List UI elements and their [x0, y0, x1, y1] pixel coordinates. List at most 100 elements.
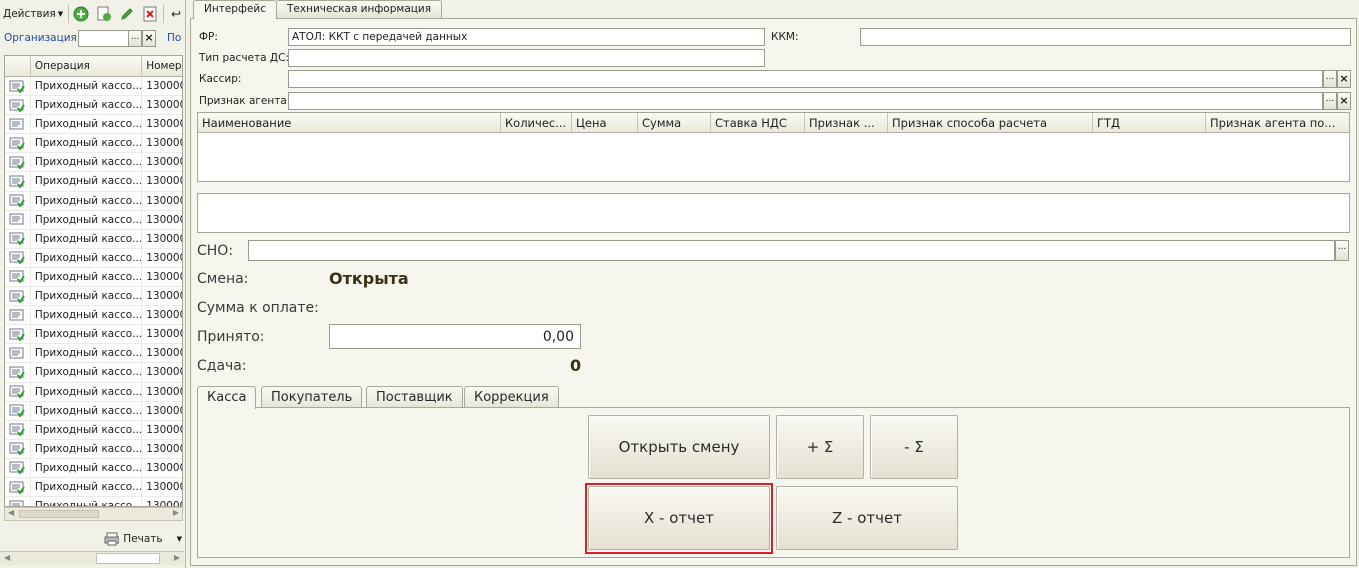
list-item-number: 130000 [146, 442, 182, 455]
payment-type-field[interactable] [288, 49, 765, 67]
list-item[interactable]: Приходный кассо...130000 [5, 363, 182, 383]
list-item[interactable]: Приходный кассо...130000 [5, 134, 182, 154]
scrollbar-thumb[interactable] [96, 553, 160, 564]
list-item-number: 130000 [146, 480, 182, 493]
column-header-agent-attr[interactable]: Признак агента по... [1206, 113, 1349, 132]
list-item[interactable]: Приходный кассо...130000 [5, 287, 182, 307]
delete-button[interactable] [142, 5, 158, 23]
received-amount-input[interactable]: 0,00 [329, 324, 581, 349]
cashier-field[interactable] [288, 70, 1323, 88]
list-item[interactable]: Приходный кассо...130000 [5, 497, 182, 506]
list-item-number: 130000 [146, 270, 182, 283]
back-button[interactable]: ↩ [168, 5, 184, 23]
cashier-clear-button[interactable]: × [1337, 70, 1351, 88]
list-item[interactable]: Приходный кассо...130000 [5, 96, 182, 116]
column-header-sum[interactable]: Сумма [638, 113, 711, 132]
list-item[interactable]: Приходный кассо...130000 [5, 77, 182, 97]
agent-clear-button[interactable]: × [1337, 92, 1351, 110]
list-item-number: 130000 [146, 423, 182, 436]
z-report-button[interactable]: Z - отчет [776, 486, 958, 550]
tab-correction[interactable]: Коррекция [464, 386, 559, 408]
list-item[interactable]: Приходный кассо...130000 [5, 382, 182, 402]
list-item[interactable]: Приходный кассо...130000 [5, 267, 182, 288]
agent-select-button[interactable]: ... [1323, 92, 1337, 110]
list-item[interactable]: Приходный кассо...130000 [5, 153, 182, 173]
change-label: Сдача: [197, 358, 247, 374]
doc-posted-icon [9, 328, 26, 341]
list-item[interactable]: Приходный кассо...130000 [5, 172, 182, 192]
list-item-operation: Приходный кассо... [31, 287, 143, 306]
info-textarea[interactable] [197, 193, 1350, 233]
list-item[interactable]: Приходный кассо...130000 [5, 439, 182, 459]
fr-label: ФР: [199, 31, 218, 43]
tab-supplier[interactable]: Поставщик [366, 386, 463, 408]
list-horizontal-scrollbar[interactable]: ◀ ▶ [4, 507, 183, 521]
minus-sum-button[interactable]: - Σ [870, 415, 958, 479]
column-header-payment-method[interactable]: Признак способа расчета [888, 113, 1093, 132]
list-item-icon-cell [5, 287, 31, 306]
list-item[interactable]: Приходный кассо...130000 [5, 248, 182, 268]
open-shift-button[interactable]: Открыть смену [588, 415, 770, 479]
actions-label: Действия [3, 8, 56, 20]
list-item[interactable]: Приходный кассо...130000 [5, 191, 182, 211]
list-item[interactable]: Приходный кассо...130000 [5, 325, 182, 345]
list-item[interactable]: Приходный кассо...130000 [5, 420, 182, 440]
document-list[interactable]: Операция Номер Приходный кассо...130000П… [4, 55, 183, 507]
list-item[interactable]: Приходный кассо...130000 [5, 210, 182, 230]
cashier-select-button[interactable]: ... [1323, 70, 1337, 88]
doc-posted-icon [9, 270, 26, 284]
tab-interface[interactable]: Интерфейс [193, 0, 277, 19]
organization-clear-button[interactable]: × [142, 30, 156, 47]
doc-posted-icon [9, 366, 26, 379]
column-header-quantity[interactable]: Количес... [501, 113, 572, 132]
doc-icon [9, 213, 24, 225]
cno-field[interactable] [248, 240, 1335, 261]
fr-field[interactable]: АТОЛ: ККТ с передачей данных [288, 28, 765, 46]
document-list-body: Приходный кассо...130000Приходный кассо.… [5, 77, 182, 506]
tab-kassa[interactable]: Касса [197, 386, 257, 409]
column-header-vat-rate[interactable]: Ставка НДС [711, 113, 805, 132]
cno-select-button[interactable]: ... [1335, 240, 1349, 261]
column-header-icon[interactable] [5, 56, 31, 77]
column-header-operation[interactable]: Операция [31, 56, 143, 77]
column-header-name[interactable]: Наименование [198, 113, 501, 132]
organization-select-button[interactable]: ... [128, 30, 142, 47]
list-item[interactable]: Приходный кассо...130000 [5, 229, 182, 249]
list-item-icon-cell [5, 344, 31, 363]
column-header-number[interactable]: Номер [142, 56, 182, 77]
list-item[interactable]: Приходный кассо...130000 [5, 458, 182, 478]
list-item-icon-cell [5, 172, 31, 191]
organization-field[interactable] [78, 30, 129, 47]
goods-table[interactable]: Наименование Количес... Цена Сумма Ставк… [197, 112, 1350, 182]
tab-technical-info[interactable]: Техническая информация [276, 0, 443, 18]
list-item-icon-cell [5, 306, 31, 325]
list-item-number: 130000 [146, 309, 182, 322]
list-item-icon-cell [5, 477, 31, 497]
column-header-attribute[interactable]: Признак ... [805, 113, 888, 132]
list-item[interactable]: Приходный кассо...130000 [5, 401, 182, 421]
kkm-field[interactable] [860, 28, 1351, 46]
actions-menu-button[interactable]: Действия ▼ [3, 5, 67, 23]
list-item[interactable]: Приходный кассо...130000 [5, 115, 182, 135]
panel-horizontal-scrollbar[interactable]: ◀ ▶ [0, 551, 184, 565]
tab-buyer[interactable]: Покупатель [261, 386, 363, 408]
sum-to-pay-label: Сумма к оплате: [197, 300, 319, 316]
column-header-price[interactable]: Цена [572, 113, 638, 132]
scrollbar-thumb[interactable] [19, 510, 99, 518]
toolbar-separator [68, 5, 69, 23]
column-header-gtd[interactable]: ГТД [1093, 113, 1206, 132]
list-item[interactable]: Приходный кассо...130000 [5, 477, 182, 498]
x-report-highlight [585, 483, 773, 554]
plus-sum-button[interactable]: + Σ [776, 415, 864, 479]
scroll-right-icon: ▶ [173, 553, 180, 562]
list-item[interactable]: Приходный кассо...130000 [5, 344, 182, 364]
list-item-number: 130000 [146, 461, 182, 474]
copy-button[interactable] [96, 5, 112, 23]
list-item-number: 130000 [146, 251, 182, 264]
add-button[interactable] [73, 5, 89, 23]
list-item-operation: Приходный кассо... [31, 325, 143, 344]
agent-field[interactable] [288, 92, 1323, 110]
edit-button[interactable] [119, 5, 135, 23]
print-button[interactable]: Печать ▼ [104, 530, 182, 548]
list-item[interactable]: Приходный кассо...130000 [5, 306, 182, 326]
